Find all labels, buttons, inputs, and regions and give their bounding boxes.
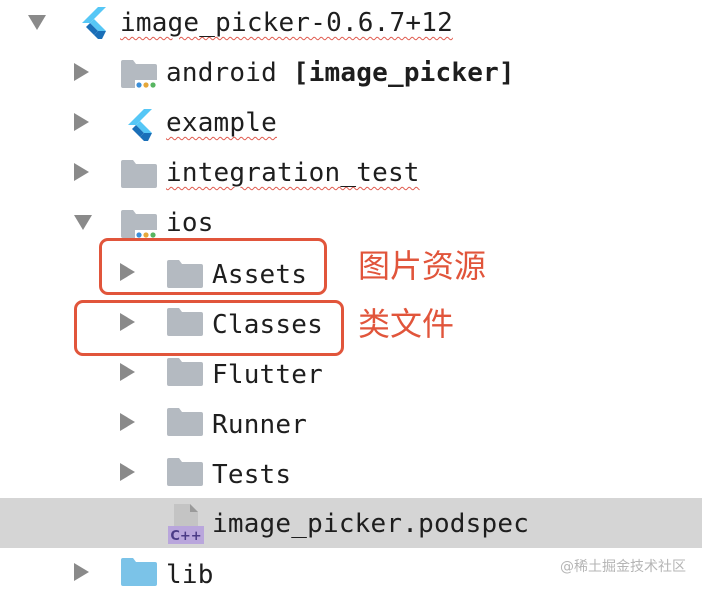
folder-icon	[121, 160, 157, 188]
runner-folder-label: Runner	[212, 410, 308, 440]
assets-highlight-box	[99, 238, 327, 295]
podspec-badge: C++	[170, 529, 201, 544]
tree-row-android[interactable]: android [image_picker]	[0, 50, 702, 100]
tree-row-runner[interactable]: Runner	[0, 400, 702, 450]
classes-annotation: 类文件	[358, 305, 455, 343]
root-project-label: image_picker-0.6.7+12	[120, 8, 453, 38]
collapse-arrow-icon[interactable]	[74, 563, 89, 581]
android-module-folder-icon	[121, 60, 157, 90]
ios-module-folder-icon	[121, 210, 157, 240]
android-folder-name: android	[166, 58, 277, 88]
cpp-file-icon: C++	[168, 504, 204, 544]
source-folder-icon	[121, 558, 157, 586]
collapse-arrow-icon[interactable]	[74, 63, 89, 81]
collapse-arrow-icon[interactable]	[120, 413, 135, 431]
collapse-arrow-icon[interactable]	[120, 463, 135, 481]
expand-arrow-icon[interactable]	[74, 215, 92, 230]
folder-icon	[167, 408, 203, 436]
collapse-arrow-icon[interactable]	[74, 113, 89, 131]
tree-row-example[interactable]: example	[0, 100, 702, 150]
tree-row-integration-test[interactable]: integration_test	[0, 150, 702, 200]
ios-folder-label: ios	[166, 208, 214, 238]
tree-row-root[interactable]: image_picker-0.6.7+12	[0, 0, 702, 50]
folder-icon	[167, 358, 203, 386]
tree-row-podspec[interactable]: C++ image_picker.podspec	[0, 498, 702, 548]
tests-folder-label: Tests	[212, 460, 292, 490]
expand-arrow-icon[interactable]	[28, 15, 46, 30]
collapse-arrow-icon[interactable]	[120, 363, 135, 381]
classes-highlight-box	[74, 300, 344, 356]
integration-test-folder-label: integration_test	[166, 158, 420, 188]
watermark: @稀土掘金技术社区	[560, 559, 686, 575]
example-folder-label: example	[166, 108, 277, 138]
flutter-folder-label: Flutter	[212, 360, 323, 390]
flutter-icon	[128, 109, 152, 141]
lib-folder-label: lib	[166, 560, 214, 590]
flutter-icon	[82, 7, 106, 39]
podspec-file-label: image_picker.podspec	[212, 509, 530, 539]
tree-row-flutter[interactable]: Flutter	[0, 350, 702, 400]
assets-annotation: 图片资源	[358, 247, 487, 285]
tree-row-tests[interactable]: Tests	[0, 450, 702, 500]
android-module-name: [image_picker]	[292, 58, 515, 88]
android-folder-label: android [image_picker]	[166, 58, 515, 88]
collapse-arrow-icon[interactable]	[74, 163, 89, 181]
folder-icon	[167, 458, 203, 486]
